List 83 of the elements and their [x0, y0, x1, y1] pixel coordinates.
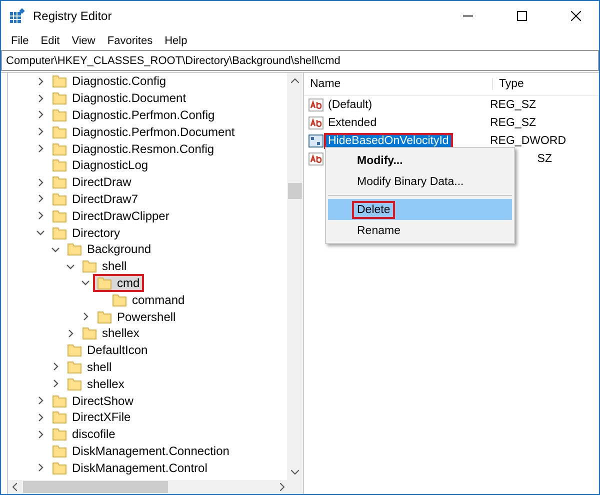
scroll-thumb[interactable]	[23, 481, 168, 493]
maximize-icon	[517, 11, 527, 21]
folder-icon	[52, 142, 67, 156]
context-menu-item[interactable]: Rename	[328, 220, 512, 241]
tree-item[interactable]: shellex	[80, 326, 142, 340]
close-icon	[571, 11, 581, 21]
tree-item[interactable]: DefaultIcon	[65, 343, 150, 358]
string-value-icon	[308, 116, 324, 130]
address-field[interactable]: Computer\HKEY_CLASSES_ROOT\Directory\Background\shell\cmd	[1, 50, 599, 71]
tree-item[interactable]: cmd	[95, 276, 142, 290]
tree-item[interactable]: Directory	[50, 226, 122, 240]
folder-icon	[67, 360, 82, 374]
folder-icon	[52, 460, 67, 475]
value-type: REG_SZ	[490, 117, 536, 129]
value-type: REG_SZ	[490, 99, 536, 111]
menu-item[interactable]: Edit	[34, 34, 66, 46]
tree-item[interactable]: DiskManagement.Control	[50, 460, 210, 475]
value-type: REG_DWORD	[490, 135, 566, 147]
folder-icon	[112, 292, 127, 307]
folder-icon	[67, 242, 82, 256]
window-title: Registry Editor	[33, 9, 113, 23]
scroll-left-icon	[12, 483, 17, 491]
folder-icon	[52, 108, 67, 122]
tree-item[interactable]: DirectDraw	[50, 175, 134, 190]
context-menu-item[interactable]: Modify Binary Data...	[328, 171, 512, 192]
registry-app-icon	[9, 8, 25, 24]
tree-item[interactable]: Powershell	[95, 310, 178, 324]
tree-item[interactable]: Diagnostic.Perfmon.Document	[50, 124, 237, 139]
folder-icon	[97, 310, 112, 324]
folder-icon	[52, 192, 67, 206]
column-header[interactable]: Name	[304, 78, 493, 90]
tree-item[interactable]: DirectDraw7	[50, 192, 140, 206]
tree-item[interactable]: DirectDrawClipper	[50, 208, 172, 223]
tree-item[interactable]: shell	[80, 259, 129, 274]
binary-value-icon	[308, 134, 324, 148]
folder-icon	[52, 124, 67, 139]
menu-item[interactable]: File	[5, 34, 35, 46]
folder-icon	[52, 394, 67, 408]
scroll-right-icon	[280, 483, 285, 491]
folder-icon	[97, 276, 112, 290]
folder-icon	[52, 226, 67, 240]
tree-item[interactable]: command	[110, 292, 187, 307]
tree-item[interactable]: DiskManagement.Connection	[50, 444, 232, 458]
tree-item[interactable]: DirectXFile	[50, 410, 133, 424]
tree-item[interactable]: discofile	[50, 427, 118, 442]
folder-icon	[52, 74, 67, 88]
value-name[interactable]: Extended	[326, 117, 379, 129]
folder-icon	[52, 208, 67, 223]
context-menu-item[interactable]: Delete	[328, 199, 512, 220]
folder-icon	[52, 158, 67, 172]
folder-icon	[52, 175, 67, 190]
menu-item[interactable]: Favorites	[101, 34, 159, 46]
scroll-thumb[interactable]	[288, 183, 302, 199]
value-type: SZ	[536, 153, 552, 165]
column-header[interactable]: Type	[493, 78, 599, 90]
folder-icon	[52, 427, 67, 442]
folder-icon	[67, 376, 82, 391]
tree-item[interactable]: shellex	[65, 376, 126, 391]
value-name[interactable]: HideBasedOnVelocityId	[326, 135, 451, 147]
folder-icon	[67, 343, 82, 358]
tree-item[interactable]: DiagnosticLog	[50, 158, 150, 172]
folder-icon	[52, 444, 67, 458]
folder-icon	[52, 410, 67, 424]
tree-item[interactable]: Diagnostic.Config	[50, 74, 168, 88]
menu-item[interactable]: Help	[158, 34, 194, 46]
tree-item[interactable]: Diagnostic.Resmon.Config	[50, 142, 216, 156]
value-name[interactable]: (Default)	[326, 99, 374, 111]
folder-icon	[82, 326, 97, 340]
folder-icon	[82, 259, 97, 274]
tree-item[interactable]: Diagnostic.Perfmon.Config	[50, 108, 217, 122]
menu-item[interactable]: View	[66, 34, 102, 46]
scroll-up-icon	[291, 78, 299, 83]
horizontal-scrollbar[interactable]	[8, 480, 303, 494]
folder-icon	[52, 91, 67, 106]
tree-item[interactable]: Background	[65, 242, 154, 256]
tree-item[interactable]: shell	[65, 360, 114, 374]
context-menu-item[interactable]: Modify...	[328, 150, 512, 171]
tree-item[interactable]: Diagnostic.Document	[50, 91, 188, 106]
string-value-icon	[308, 152, 324, 166]
scroll-down-icon	[291, 470, 299, 475]
tree-item[interactable]: DirectShow	[50, 394, 136, 408]
vertical-scrollbar[interactable]	[287, 73, 303, 480]
string-value-icon	[308, 98, 324, 112]
